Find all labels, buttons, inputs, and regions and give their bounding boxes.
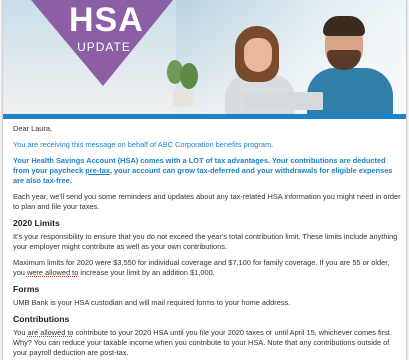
banner-title: HSA — [69, 1, 144, 39]
limits-p2-part-c: increase your limit by an addition $1,00… — [78, 268, 215, 277]
hsa-update-banner: HSA UPDATE — [3, 0, 193, 90]
contributions-heading: Contributions — [13, 314, 70, 324]
banner-subtitle: UPDATE — [77, 40, 131, 54]
limits-heading: 2020 Limits — [13, 218, 60, 228]
email-frame: HSA UPDATE Dear Laura, You are receiving… — [2, 0, 407, 360]
hero-image: HSA UPDATE — [3, 0, 406, 114]
limits-paragraph-2: Maximum limits for 2020 were $3,550 for … — [13, 258, 401, 278]
forms-heading: Forms — [13, 284, 40, 294]
contributions-paragraph: You are allowed to contribute to your 20… — [13, 328, 401, 358]
contrib-part-b: are allowed to — [27, 328, 74, 337]
intro-text: You are receiving this message on behalf… — [13, 140, 274, 149]
greeting: Dear Laura, — [13, 124, 53, 133]
accent-bar — [3, 114, 406, 119]
laptop-icon — [243, 92, 323, 110]
email-body: Dear Laura, You are receiving this messa… — [13, 124, 401, 360]
limits-paragraph-1: It's your responsibility to ensure that … — [13, 232, 398, 251]
limits-p2-part-b: were allowed to — [26, 268, 79, 277]
reminder-text: Each year, we'll send you some reminders… — [13, 192, 401, 211]
highlight-paragraph: Your Health Savings Account (HSA) comes … — [13, 156, 401, 186]
pre-tax-link[interactable]: pre-tax — [85, 166, 110, 175]
forms-paragraph: UMB Bank is your HSA custodian and will … — [13, 298, 291, 307]
contrib-part-a: You — [13, 328, 28, 337]
